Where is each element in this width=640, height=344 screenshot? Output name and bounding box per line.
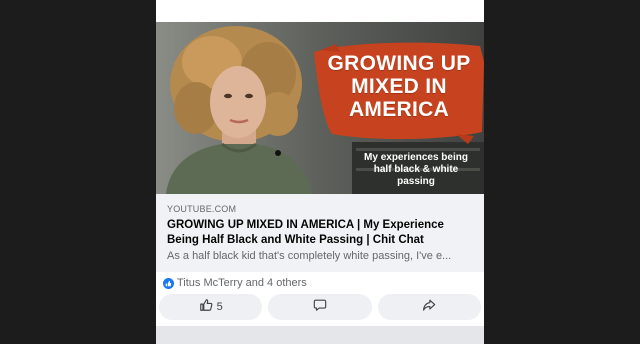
like-button[interactable]: 5: [159, 294, 263, 320]
feed-post: GROWING UP MIXED IN AMERICA My experienc…: [156, 0, 484, 344]
previous-post-edge: [156, 0, 484, 23]
video-thumbnail[interactable]: GROWING UP MIXED IN AMERICA My experienc…: [156, 22, 484, 194]
like-count: 5: [216, 301, 223, 313]
action-bar: 5: [159, 294, 481, 320]
thumbnail-subtitle: My experiences being half black & white …: [364, 152, 468, 187]
thumbnail-headline: GROWING UP MIXED IN AMERICA: [327, 52, 471, 121]
reactions-text: Titus McTerry and 4 others: [177, 277, 307, 289]
link-domain: YOUTUBE.COM: [167, 204, 237, 214]
thumbs-up-icon: [199, 298, 213, 317]
link-title[interactable]: GROWING UP MIXED IN AMERICA | My Experie…: [167, 218, 477, 248]
link-description: As a half black kid that's completely wh…: [167, 250, 452, 262]
comment-button[interactable]: [268, 294, 372, 320]
like-icon: [163, 277, 174, 289]
reactions-summary[interactable]: Titus McTerry and 4 others: [163, 276, 307, 290]
share-button[interactable]: [377, 294, 481, 320]
comment-icon: [313, 298, 327, 317]
post-divider: [156, 326, 484, 344]
link-preview[interactable]: YOUTUBE.COM GROWING UP MIXED IN AMERICA …: [156, 194, 484, 272]
share-icon: [422, 298, 436, 317]
